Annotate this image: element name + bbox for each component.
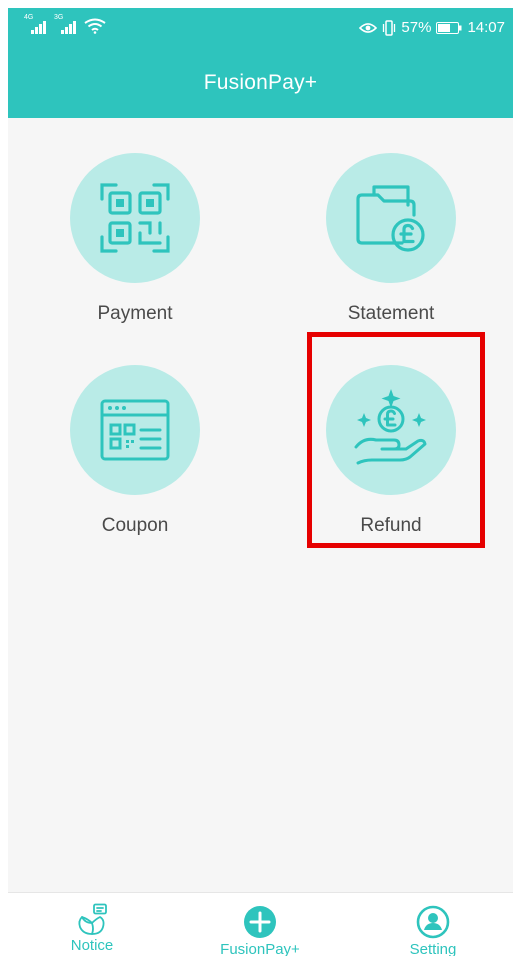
profile-icon <box>416 905 450 939</box>
tab-setting[interactable]: Setting <box>373 893 493 956</box>
coupon-icon-circle[interactable] <box>70 365 200 495</box>
tab-fusionpay[interactable]: FusionPay+ <box>200 893 320 956</box>
app-screen: 4G 3G 57% 14:07 FusionPay+ Payment State… <box>8 8 513 956</box>
notice-icon <box>78 903 107 935</box>
statement-label: Statement <box>347 303 435 324</box>
plus-circle-icon <box>244 906 276 938</box>
payment-label: Payment <box>97 303 173 324</box>
qr-window-icon <box>100 399 170 461</box>
tab-fusionpay-label: FusionPay+ <box>220 941 300 956</box>
eye-comfort-icon <box>359 22 378 33</box>
statement-icon-circle[interactable] <box>326 153 456 283</box>
coupon-tile[interactable]: Coupon <box>35 365 235 585</box>
wifi-icon <box>84 18 106 34</box>
folder-pound-icon <box>356 185 425 252</box>
refund-highlight-box <box>307 332 485 548</box>
page-title: FusionPay+ <box>203 71 318 94</box>
tab-notice[interactable]: Notice <box>32 893 152 956</box>
battery-icon <box>436 21 462 34</box>
payment-tile[interactable]: Payment <box>35 153 235 373</box>
app-header: 4G 3G 57% 14:07 FusionPay+ <box>8 8 513 118</box>
payment-icon-circle[interactable] <box>70 153 200 283</box>
vibrate-icon <box>383 19 396 36</box>
coupon-label: Coupon <box>101 515 169 536</box>
clock: 14:07 <box>467 19 505 36</box>
signal-group: 4G 3G <box>24 14 106 34</box>
qr-code-icon <box>100 183 170 253</box>
sim2-signal-icon: 3G <box>54 14 78 34</box>
status-right-group: 57% 14:07 <box>359 19 505 36</box>
sim1-signal-icon: 4G <box>24 14 48 34</box>
bottom-tab-bar: Notice FusionPay+ Setting <box>8 892 513 956</box>
battery-percent: 57% <box>401 19 432 36</box>
tab-notice-label: Notice <box>70 937 114 954</box>
tab-setting-label: Setting <box>409 941 457 956</box>
status-bar: 4G 3G 57% 14:07 <box>8 8 513 48</box>
